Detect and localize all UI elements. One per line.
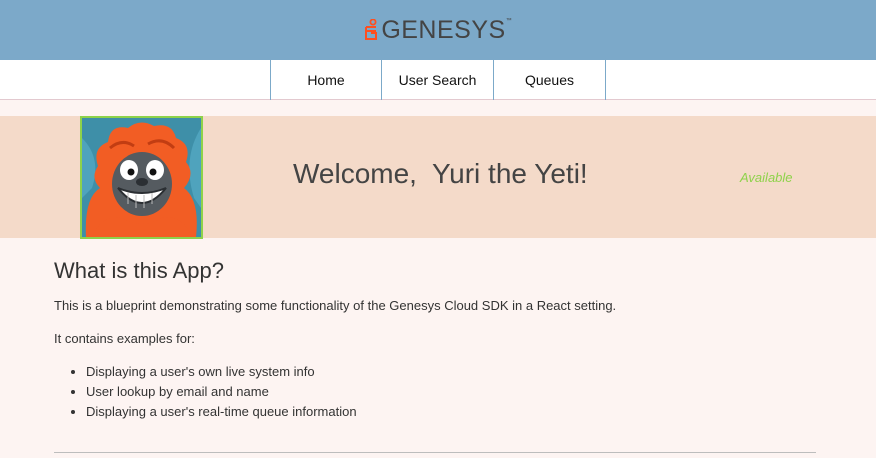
yeti-avatar-image bbox=[82, 118, 201, 237]
main-navigation: Home User Search Queues bbox=[0, 60, 876, 100]
logo-wordmark: GENESYS bbox=[381, 15, 506, 44]
welcome-heading: Welcome, Yuri the Yeti! bbox=[293, 158, 588, 189]
list-item: Displaying a user's own live system info bbox=[86, 364, 816, 379]
presence-status: Available bbox=[740, 170, 793, 185]
list-item: User lookup by email and name bbox=[86, 384, 816, 399]
top-header: GENESYS ™ bbox=[0, 0, 876, 60]
feature-list: Displaying a user's own live system info… bbox=[86, 364, 816, 419]
genesys-logo[interactable]: GENESYS ™ bbox=[364, 15, 512, 45]
list-item: Displaying a user's real-time queue info… bbox=[86, 404, 816, 419]
avatar bbox=[80, 116, 203, 239]
section-divider bbox=[54, 452, 816, 453]
genesys-logo-icon bbox=[365, 19, 378, 40]
trademark-symbol: ™ bbox=[505, 17, 512, 24]
nav-home[interactable]: Home bbox=[270, 60, 381, 100]
about-intro: This is a blueprint demonstrating some f… bbox=[54, 298, 617, 313]
nav-user-search[interactable]: User Search bbox=[381, 60, 493, 100]
nav-queues[interactable]: Queues bbox=[493, 60, 605, 100]
about-contains: It contains examples for: bbox=[54, 331, 195, 346]
nav-divider bbox=[605, 60, 606, 100]
about-section: What is this App? This is a blueprint de… bbox=[54, 258, 816, 424]
about-heading: What is this App? bbox=[54, 258, 224, 283]
